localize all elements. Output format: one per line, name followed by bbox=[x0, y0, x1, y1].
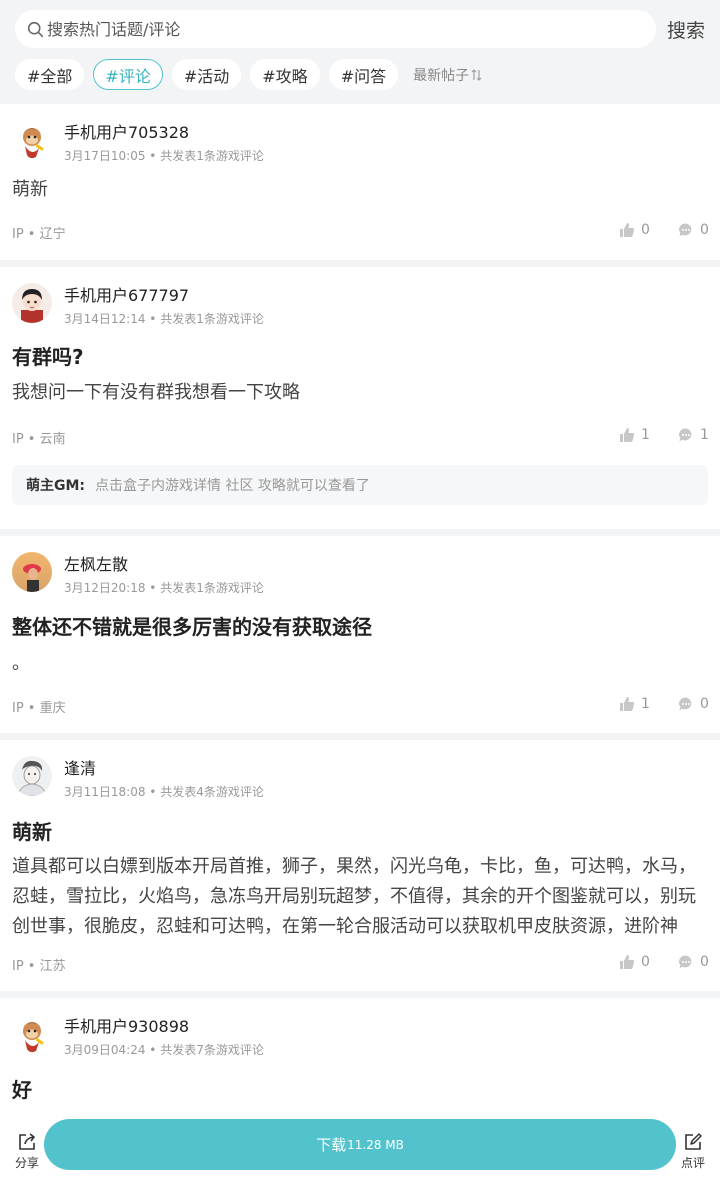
edit-icon bbox=[685, 1133, 702, 1150]
ip-location: IP • 江苏 bbox=[12, 959, 66, 974]
bottom-bar: 分享 下载 11.28 MB 点评 bbox=[0, 1110, 720, 1177]
username[interactable]: 左枫左散 bbox=[64, 551, 128, 575]
post-body: 。 bbox=[12, 653, 30, 674]
reply-author: 萌主GM: bbox=[26, 478, 86, 494]
post-card[interactable]: 手机用户677797 3月14日12:14 • 共发表1条游戏评论 有群吗? 我… bbox=[0, 267, 720, 529]
avatar[interactable] bbox=[12, 1015, 52, 1055]
cartoon-monkey-avatar bbox=[12, 121, 52, 161]
username[interactable]: 手机用户677797 bbox=[64, 282, 189, 306]
username[interactable]: 逢清 bbox=[64, 755, 96, 779]
like-count: 0 bbox=[641, 954, 650, 970]
comment-count: 0 bbox=[700, 954, 709, 970]
like-count: 0 bbox=[641, 222, 650, 238]
search-box[interactable] bbox=[15, 10, 656, 48]
tab-comments[interactable]: #评论 bbox=[93, 59, 163, 90]
reply-preview[interactable]: 萌主GM: 点击盒子内游戏详情 社区 攻略就可以查看了 bbox=[12, 465, 708, 505]
sort-icon bbox=[471, 68, 482, 81]
share-icon bbox=[19, 1133, 35, 1150]
thumbs-up-icon bbox=[620, 697, 635, 711]
sketch-avatar bbox=[12, 756, 52, 796]
filter-tabs: #全部 #评论 #活动 #攻略 #问答 最新帖子 bbox=[15, 59, 482, 90]
top-bar: 搜索 #全部 #评论 #活动 #攻略 #问答 最新帖子 bbox=[0, 0, 720, 104]
post-meta: 3月12日20:18 • 共发表1条游戏评论 bbox=[64, 581, 264, 595]
comment-button[interactable]: 0 bbox=[678, 696, 709, 712]
tab-activities[interactable]: #活动 bbox=[171, 59, 242, 90]
post-body: 道具都可以白嫖到版本开局首推，狮子，果然，闪光乌龟，卡比，鱼，可达鸭，水马，忍蛙… bbox=[12, 856, 696, 937]
download-button[interactable]: 下载 11.28 MB bbox=[44, 1119, 676, 1170]
post-meta: 3月17日10:05 • 共发表1条游戏评论 bbox=[64, 149, 264, 163]
comment-count: 0 bbox=[700, 222, 709, 238]
avatar[interactable] bbox=[12, 756, 52, 796]
thumbs-up-icon bbox=[620, 223, 635, 237]
search-icon bbox=[27, 21, 44, 38]
avatar[interactable] bbox=[12, 283, 52, 323]
like-button[interactable]: 0 bbox=[619, 954, 650, 970]
like-button[interactable]: 1 bbox=[619, 427, 650, 443]
comment-count: 0 bbox=[700, 696, 709, 712]
share-label: 分享 bbox=[14, 1156, 39, 1170]
comment-icon bbox=[679, 955, 692, 969]
like-count: 1 bbox=[641, 696, 650, 712]
cartoon-boy-avatar bbox=[12, 283, 52, 323]
cartoon-monkey-avatar bbox=[12, 1015, 52, 1055]
comment-count: 1 bbox=[700, 427, 709, 443]
ip-location: IP • 云南 bbox=[12, 432, 66, 447]
sort-label: 最新帖子 bbox=[413, 67, 470, 84]
thumbs-up-icon bbox=[620, 428, 635, 442]
post-meta: 3月11日18:08 • 共发表4条游戏评论 bbox=[64, 785, 264, 799]
download-label: 下载 bbox=[316, 1136, 347, 1154]
tab-all[interactable]: #全部 bbox=[15, 59, 85, 90]
tab-qa[interactable]: #问答 bbox=[328, 59, 399, 90]
comment-icon bbox=[679, 428, 692, 442]
post-meta: 3月09日04:24 • 共发表7条游戏评论 bbox=[64, 1043, 264, 1057]
post-title: 好 bbox=[12, 1078, 32, 1102]
comment-icon bbox=[679, 223, 692, 237]
review-button[interactable]: 点评 bbox=[678, 1132, 708, 1171]
post-title: 萌新 bbox=[12, 820, 52, 844]
search-input[interactable] bbox=[47, 10, 647, 48]
avatar[interactable] bbox=[12, 121, 52, 161]
search-button[interactable]: 搜索 bbox=[667, 16, 705, 43]
comment-icon bbox=[679, 697, 692, 711]
post-card[interactable]: 左枫左散 3月12日20:18 • 共发表1条游戏评论 整体还不错就是很多厉害的… bbox=[0, 536, 720, 733]
sort-dropdown[interactable]: 最新帖子 bbox=[413, 65, 482, 85]
comment-button[interactable]: 0 bbox=[678, 954, 709, 970]
ip-location: IP • 重庆 bbox=[12, 701, 66, 716]
post-card[interactable]: 逢清 3月11日18:08 • 共发表4条游戏评论 萌新 道具都可以白嫖到版本开… bbox=[0, 740, 720, 991]
username[interactable]: 手机用户930898 bbox=[64, 1013, 189, 1037]
share-button[interactable]: 分享 bbox=[12, 1132, 42, 1171]
tab-guides[interactable]: #攻略 bbox=[250, 59, 320, 90]
like-count: 1 bbox=[641, 427, 650, 443]
review-label: 点评 bbox=[680, 1156, 705, 1170]
reply-text: 点击盒子内游戏详情 社区 攻略就可以查看了 bbox=[95, 478, 370, 494]
username[interactable]: 手机用户705328 bbox=[64, 119, 189, 143]
post-body: 萌新 bbox=[12, 179, 48, 200]
like-button[interactable]: 1 bbox=[619, 696, 650, 712]
avatar[interactable] bbox=[12, 552, 52, 592]
thumbs-up-icon bbox=[620, 955, 635, 969]
post-meta: 3月14日12:14 • 共发表1条游戏评论 bbox=[64, 312, 264, 326]
ip-location: IP • 辽宁 bbox=[12, 227, 66, 242]
download-size: 11.28 MB bbox=[347, 1137, 404, 1152]
post-title: 整体还不错就是很多厉害的没有获取途径 bbox=[12, 615, 372, 639]
photo-avatar bbox=[12, 552, 52, 592]
comment-button[interactable]: 0 bbox=[678, 222, 709, 238]
like-button[interactable]: 0 bbox=[619, 222, 650, 238]
post-card[interactable]: 手机用户705328 3月17日10:05 • 共发表1条游戏评论 萌新 IP … bbox=[0, 104, 720, 260]
comment-button[interactable]: 1 bbox=[678, 427, 709, 443]
post-body: 我想问一下有没有群我想看一下攻略 bbox=[12, 382, 300, 403]
post-title: 有群吗? bbox=[12, 345, 84, 369]
